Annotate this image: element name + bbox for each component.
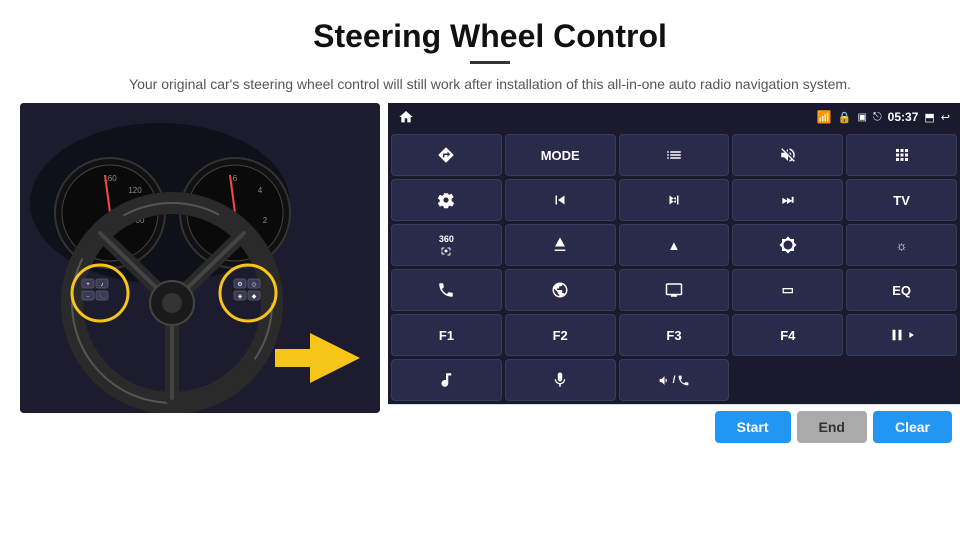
btn-f3[interactable]: F2	[505, 314, 616, 356]
btn-apps[interactable]	[846, 134, 957, 176]
btn-empty-2	[846, 359, 957, 401]
btn-f1[interactable]: EQ	[846, 269, 957, 311]
btn-prev[interactable]	[505, 179, 616, 221]
btn-screen[interactable]	[619, 269, 730, 311]
svg-text:120: 120	[128, 186, 142, 195]
btn-eq[interactable]: ▭	[732, 269, 843, 311]
svg-text:♪: ♪	[101, 282, 104, 288]
svg-text:📞: 📞	[98, 292, 106, 300]
control-panel: 📶 🔒 ▣ ⎋ 05:37 ⬒ ↩	[388, 103, 960, 449]
bluetooth-icon: ⎋	[873, 111, 882, 124]
btn-f2[interactable]: F1	[391, 314, 502, 356]
svg-text:6: 6	[233, 174, 238, 183]
btn-settings[interactable]	[391, 179, 502, 221]
btn-music[interactable]	[391, 359, 502, 401]
status-time: 05:37	[888, 110, 919, 124]
status-bar-right: 📶 🔒 ▣ ⎋ 05:37 ⬒ ↩	[817, 110, 950, 124]
svg-text:4: 4	[258, 186, 263, 195]
svg-text:+: +	[86, 282, 90, 288]
subtitle-text: Your original car's steering wheel contr…	[40, 74, 940, 95]
svg-text:◆: ◆	[252, 294, 257, 300]
btn-list[interactable]	[619, 134, 730, 176]
btn-play-pause[interactable]	[846, 314, 957, 356]
lock-icon: 🔒	[838, 111, 852, 124]
cast-icon: ⬒	[924, 111, 934, 124]
btn-nav2[interactable]	[505, 269, 616, 311]
btn-radio[interactable]: ▲	[619, 224, 730, 266]
steering-wheel-image: 0 80 120 160 0 2 4 6	[20, 103, 380, 413]
btn-mic[interactable]	[505, 359, 616, 401]
btn-mute[interactable]	[732, 134, 843, 176]
btn-dvd[interactable]: ☼	[846, 224, 957, 266]
home-icon	[398, 109, 414, 125]
svg-text:2: 2	[263, 216, 268, 225]
btn-tv[interactable]: ⏭	[732, 179, 843, 221]
sd-icon: ▣	[858, 112, 867, 123]
action-bar: Start End Clear	[388, 404, 960, 449]
svg-text:◈: ◈	[238, 294, 243, 300]
button-grid: MODE ⏭	[388, 131, 960, 404]
start-button[interactable]: Start	[715, 411, 791, 443]
btn-eject[interactable]	[505, 224, 616, 266]
page-title: Steering Wheel Control	[40, 18, 940, 55]
svg-text:◇: ◇	[252, 282, 257, 288]
header-section: Steering Wheel Control Your original car…	[0, 0, 980, 103]
btn-next[interactable]	[619, 179, 730, 221]
btn-empty-1	[732, 359, 843, 401]
btn-media[interactable]: TV	[846, 179, 957, 221]
btn-mode[interactable]: MODE	[505, 134, 616, 176]
status-bar-left	[398, 109, 414, 125]
btn-phone[interactable]	[391, 269, 502, 311]
btn-f4[interactable]: F3	[619, 314, 730, 356]
btn-navigate[interactable]	[391, 134, 502, 176]
page-wrapper: Steering Wheel Control Your original car…	[0, 0, 980, 544]
btn-360[interactable]: 360	[391, 224, 502, 266]
back-icon: ↩	[941, 111, 950, 124]
svg-text:-: -	[87, 294, 89, 300]
title-divider	[470, 61, 510, 64]
btn-f5[interactable]: F4	[732, 314, 843, 356]
btn-brightness[interactable]	[732, 224, 843, 266]
btn-volume-answer[interactable]: /	[619, 359, 730, 401]
end-button[interactable]: End	[797, 411, 867, 443]
content-area: 0 80 120 160 0 2 4 6	[0, 103, 980, 544]
status-bar: 📶 🔒 ▣ ⎋ 05:37 ⬒ ↩	[388, 103, 960, 131]
wifi-icon: 📶	[817, 110, 832, 124]
svg-text:⚙: ⚙	[237, 281, 242, 288]
clear-button[interactable]: Clear	[873, 411, 952, 443]
